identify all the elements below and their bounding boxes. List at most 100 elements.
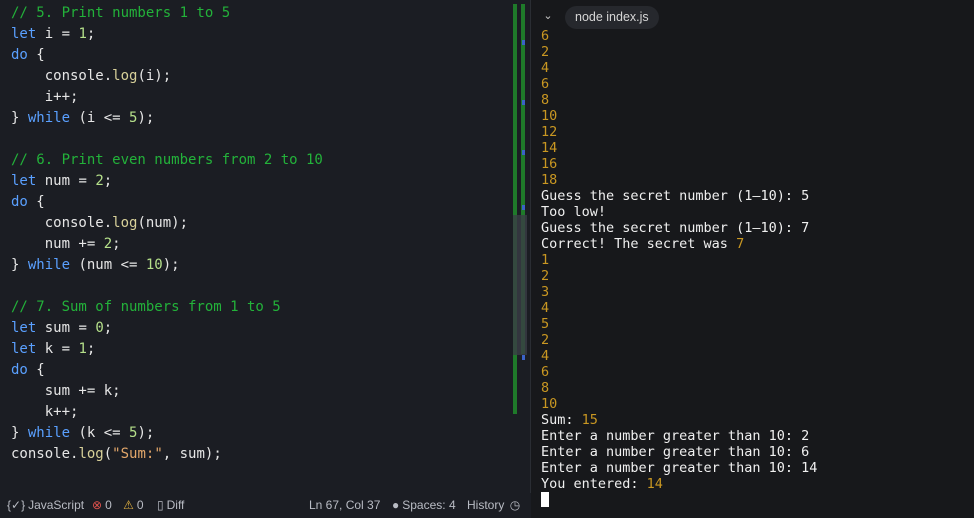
terminal-text: 6 bbox=[541, 76, 550, 92]
language-mode[interactable]: {✓} JavaScript bbox=[7, 493, 84, 518]
status-bar: {✓} JavaScript ⊗ 0 ⚠ 0 ▯ Diff Ln 67, Col 37 … bbox=[0, 493, 531, 518]
code-line[interactable]: // 5. Print numbers 1 to 5 bbox=[11, 3, 230, 24]
terminal-text: Sum: bbox=[541, 412, 582, 428]
code-token: ); bbox=[162, 257, 180, 273]
code-line[interactable]: let k = 1; bbox=[11, 339, 95, 360]
terminal-text: 4 bbox=[541, 60, 550, 76]
terminal-line: 3 bbox=[541, 284, 549, 300]
terminal-line: 4 bbox=[541, 300, 549, 316]
code-token: (i); bbox=[137, 68, 172, 84]
code-token: while bbox=[27, 425, 71, 441]
code-line[interactable]: console.log(i); bbox=[11, 66, 171, 87]
code-line[interactable]: let num = 2; bbox=[11, 171, 112, 192]
terminal-line: 2 bbox=[541, 268, 549, 284]
code-token: 1 bbox=[78, 26, 87, 42]
code-line[interactable]: do { bbox=[11, 45, 45, 66]
terminal-text: 14 bbox=[646, 476, 663, 492]
terminal-line: Enter a number greater than 10: 2 bbox=[541, 428, 809, 444]
code-token: console. bbox=[11, 215, 113, 231]
minimap-marker bbox=[522, 205, 525, 210]
terminal-text: 10 bbox=[541, 396, 558, 412]
terminal-line: 10 bbox=[541, 396, 557, 412]
code-token: // 5. Print numbers 1 to 5 bbox=[11, 5, 231, 21]
terminal-panel[interactable]: ⌄ node index.js 6 2 4 6 8 10 12 14 16 18 Guess the… bbox=[531, 0, 974, 518]
terminal-text: 6 bbox=[541, 28, 550, 44]
code-line[interactable]: num += 2; bbox=[11, 234, 121, 255]
terminal-line: 2 bbox=[541, 332, 549, 348]
terminal-text: Guess the secret number (1–10): 5 bbox=[541, 188, 810, 204]
code-token: 1 bbox=[78, 341, 87, 357]
code-token: do bbox=[11, 47, 28, 63]
minimap-marker bbox=[522, 150, 525, 155]
code-line[interactable]: k++; bbox=[11, 402, 79, 423]
diff-label: Diff bbox=[166, 498, 185, 512]
terminal-line: Enter a number greater than 10: 6 bbox=[541, 444, 809, 460]
code-token: { bbox=[27, 194, 45, 210]
cursor-position[interactable]: Ln 67, Col 37 bbox=[309, 493, 380, 518]
terminal-line: 6 bbox=[541, 364, 549, 380]
code-token: ( bbox=[103, 446, 113, 462]
history-button[interactable]: History ◷ bbox=[467, 493, 523, 518]
terminal-line: 18 bbox=[541, 172, 557, 188]
terminal-line: 4 bbox=[541, 348, 549, 364]
chevron-down-icon[interactable]: ⌄ bbox=[541, 9, 555, 23]
terminal-text: 4 bbox=[541, 300, 550, 316]
terminal-line: Guess the secret number (1–10): 7 bbox=[541, 220, 809, 236]
minimap-marker bbox=[522, 100, 525, 105]
indentation-setting[interactable]: ● Spaces: 4 bbox=[392, 493, 456, 518]
code-line[interactable]: i++; bbox=[11, 87, 79, 108]
terminal-line: 8 bbox=[541, 92, 549, 108]
code-token: k++; bbox=[11, 404, 79, 420]
code-token: k = bbox=[36, 341, 79, 357]
terminal-line: 4 bbox=[541, 60, 549, 76]
code-token: 10 bbox=[145, 257, 163, 273]
code-token: 2 bbox=[95, 173, 104, 189]
terminal-text: Guess the secret number (1–10): 7 bbox=[541, 220, 810, 236]
terminal-line: You entered: 14 bbox=[541, 476, 663, 492]
code-line[interactable]: } while (num <= 10); bbox=[11, 255, 180, 276]
error-count: 0 bbox=[105, 498, 112, 512]
terminal-line: Correct! The secret was 7 bbox=[541, 236, 744, 252]
problems-indicator[interactable]: ⊗ 0 ⚠ 0 bbox=[92, 493, 144, 518]
history-label: History bbox=[467, 498, 505, 512]
code-line[interactable]: } while (i <= 5); bbox=[11, 108, 154, 129]
code-token: i = bbox=[36, 26, 79, 42]
code-token: (k <= bbox=[70, 425, 130, 441]
terminal-text: Enter a number greater than 10: 14 bbox=[541, 460, 818, 476]
spaces-label: Spaces: 4 bbox=[402, 498, 456, 512]
code-line[interactable]: } while (k <= 5); bbox=[11, 423, 154, 444]
code-line[interactable]: do { bbox=[11, 192, 45, 213]
editor-scrollbar-thumb[interactable] bbox=[513, 215, 527, 355]
warning-icon: ⚠ bbox=[123, 498, 134, 512]
code-line[interactable]: let i = 1; bbox=[11, 24, 95, 45]
terminal-text: 6 bbox=[541, 364, 550, 380]
terminal-tab[interactable]: node index.js bbox=[565, 6, 659, 29]
code-line[interactable]: let sum = 0; bbox=[11, 318, 112, 339]
code-token: { bbox=[27, 362, 45, 378]
code-line[interactable]: console.log("Sum:", sum); bbox=[11, 444, 222, 465]
code-token: ; bbox=[86, 341, 96, 357]
code-editor[interactable]: // 5. Print numbers 1 to 5 let i = 1; do {… bbox=[0, 0, 512, 493]
terminal-text: 10 bbox=[541, 108, 558, 124]
terminal-line: 12 bbox=[541, 124, 557, 140]
terminal-text: 2 bbox=[541, 332, 550, 348]
code-line[interactable]: // 6. Print even numbers from 2 to 10 bbox=[11, 150, 323, 171]
code-token: i++; bbox=[11, 89, 79, 105]
diff-button[interactable]: ▯ Diff bbox=[157, 493, 184, 518]
code-token: let bbox=[11, 320, 37, 336]
code-line[interactable]: console.log(num); bbox=[11, 213, 188, 234]
code-token: 0 bbox=[95, 320, 104, 336]
code-line[interactable]: sum += k; bbox=[11, 381, 121, 402]
code-token: num = bbox=[36, 173, 96, 189]
code-line[interactable]: // 7. Sum of numbers from 1 to 5 bbox=[11, 297, 281, 318]
terminal-line: Sum: 15 bbox=[541, 412, 598, 428]
terminal-text: 16 bbox=[541, 156, 558, 172]
code-token: while bbox=[27, 110, 71, 126]
code-token: let bbox=[11, 341, 37, 357]
code-line[interactable]: do { bbox=[11, 360, 45, 381]
diff-icon: ▯ bbox=[157, 498, 164, 512]
code-token: log bbox=[78, 446, 104, 462]
code-token: log bbox=[112, 215, 138, 231]
warning-count: 0 bbox=[136, 498, 144, 512]
code-token: "Sum:" bbox=[112, 446, 163, 462]
